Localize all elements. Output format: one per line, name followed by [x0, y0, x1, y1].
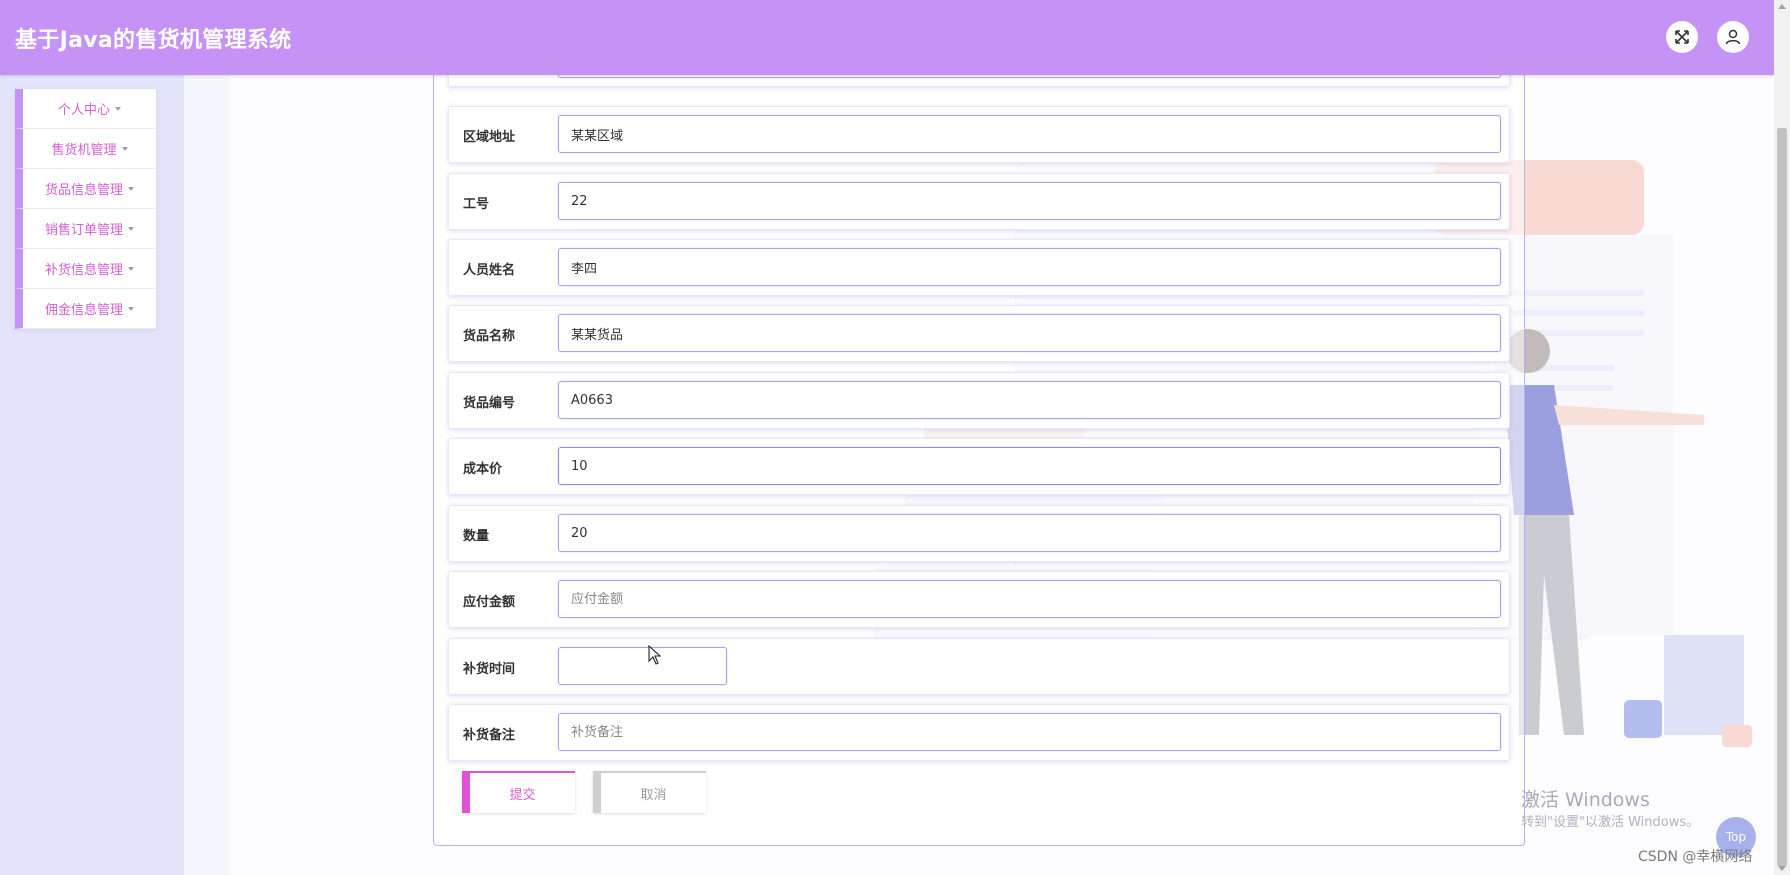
field-label: 货品编号 [463, 396, 516, 411]
csdn-watermark: CSDN @幸横网络 [1638, 849, 1753, 865]
scroll-up-icon[interactable] [1778, 4, 1786, 9]
sidebar-item-label: 补货信息管理 [44, 263, 123, 278]
sidebar-item-goods-info[interactable]: 货品信息管理 [15, 169, 156, 209]
sidebar-item-commission-info[interactable]: 佣金信息管理 [15, 289, 156, 329]
sidebar-item-sales-orders[interactable]: 销售订单管理 [15, 209, 156, 249]
user-button[interactable] [1717, 21, 1749, 53]
top-header: 基于Java的售货机管理系统 [0, 0, 1774, 75]
quantity-input[interactable] [558, 514, 1501, 552]
scrollbar-thumb[interactable] [1777, 128, 1787, 866]
field-label: 人员姓名 [463, 263, 516, 278]
mouse-cursor-icon [648, 645, 662, 665]
caret-down-icon [121, 146, 128, 151]
sidebar-menu: 个人中心 售货机管理 货品信息管理 销售订单管理 补货信息管理 佣金信息管理 [15, 89, 156, 329]
goods-name-input[interactable] [558, 314, 1501, 352]
form-row-restock-time: 补货时间 [448, 638, 1510, 695]
form-row-staff-name: 人员姓名 [448, 239, 1510, 296]
sidebar-item-label: 佣金信息管理 [44, 303, 123, 318]
area-address-input[interactable] [558, 115, 1501, 153]
sidebar-item-vending-machines[interactable]: 售货机管理 [15, 129, 156, 169]
employee-id-input[interactable] [558, 182, 1501, 220]
app-title: 基于Java的售货机管理系统 [15, 28, 292, 53]
sidebar-item-label: 个人中心 [57, 103, 110, 118]
form-row-goods-name: 货品名称 [448, 305, 1510, 362]
user-icon [1725, 29, 1741, 45]
form-row-amount-payable: 应付金额 [448, 571, 1510, 628]
caret-down-icon [128, 266, 134, 271]
sidebar-item-personal-center[interactable]: 个人中心 [15, 89, 156, 129]
submit-button[interactable]: 提交 [462, 771, 575, 813]
caret-down-icon [115, 106, 121, 111]
field-label: 应付金额 [463, 595, 516, 610]
cancel-button[interactable]: 取消 [593, 771, 706, 813]
page-scrollbar[interactable] [1774, 0, 1790, 875]
sidebar-item-restock-info[interactable]: 补货信息管理 [15, 249, 156, 289]
caret-down-icon [128, 226, 134, 231]
amount-payable-input[interactable] [558, 580, 1501, 618]
staff-name-input[interactable] [558, 248, 1501, 286]
form-row-employee-id: 工号 [448, 173, 1510, 230]
field-label: 货品名称 [463, 329, 516, 344]
scroll-down-icon[interactable] [1778, 866, 1786, 871]
sidebar-item-label: 销售订单管理 [44, 223, 123, 238]
windows-activation-title: 激活 Windows [1521, 789, 1650, 811]
field-label: 成本价 [463, 462, 503, 477]
form-row-quantity: 数量 [448, 505, 1510, 562]
fullscreen-button[interactable] [1666, 21, 1698, 53]
form-row-area-address: 区域地址 [448, 106, 1510, 163]
cost-price-input[interactable] [558, 447, 1501, 485]
goods-code-input[interactable] [558, 381, 1501, 419]
sidebar-item-label: 售货机管理 [51, 143, 117, 158]
restock-note-input[interactable] [558, 713, 1501, 751]
sidebar-item-label: 货品信息管理 [44, 183, 123, 198]
field-label: 数量 [463, 529, 490, 544]
form-row-cost-price: 成本价 [448, 438, 1510, 495]
form-row-goods-code: 货品编号 [448, 372, 1510, 429]
field-label: 区域地址 [463, 130, 516, 145]
fullscreen-icon [1675, 30, 1689, 44]
caret-down-icon [128, 186, 134, 191]
caret-down-icon [128, 306, 134, 311]
windows-activation-subtitle: 转到"设置"以激活 Windows。 [1521, 815, 1700, 830]
form-row-restock-note: 补货备注 [448, 704, 1510, 761]
field-label: 补货时间 [463, 662, 516, 677]
field-label: 工号 [463, 197, 490, 212]
restock-time-picker[interactable] [558, 647, 727, 685]
field-label: 补货备注 [463, 728, 516, 743]
